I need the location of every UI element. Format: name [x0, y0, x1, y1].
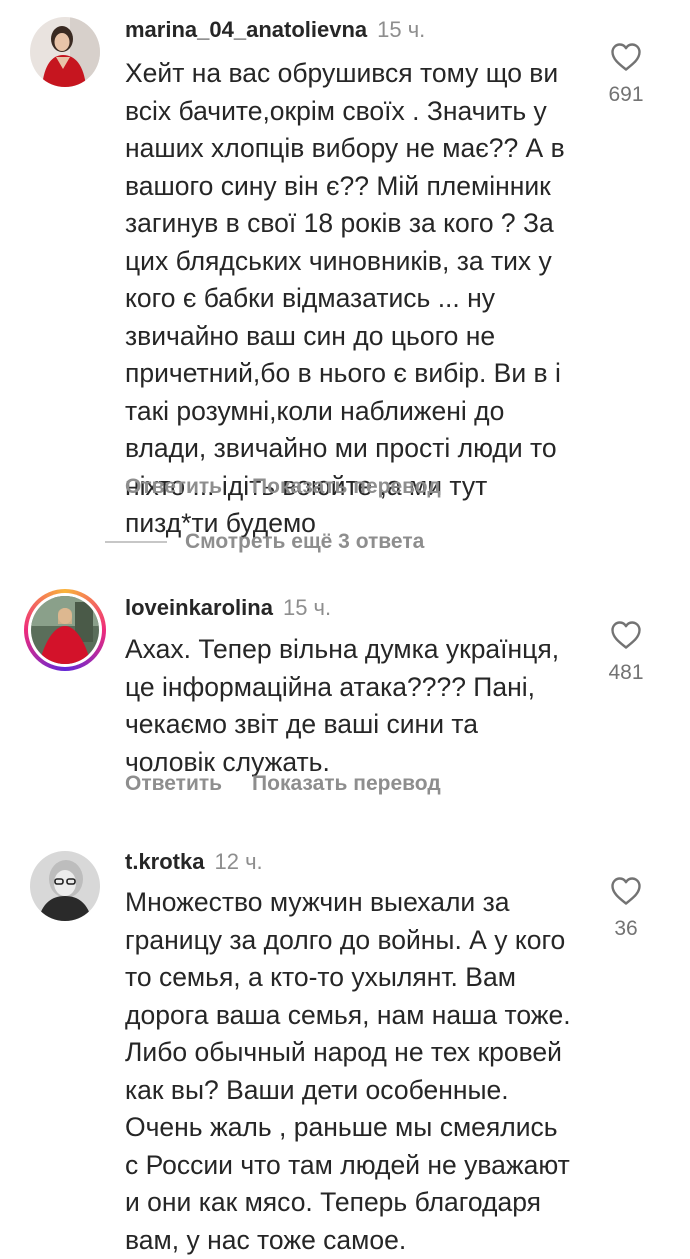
like-control: 481	[596, 620, 656, 686]
replies-divider	[105, 541, 167, 543]
comment-line: дорога ваша семья, нам наша тоже.	[125, 997, 600, 1035]
reply-button[interactable]: Ответить	[125, 772, 222, 795]
like-count: 691	[596, 82, 656, 108]
view-more-replies-label: Смотреть ещё 3 ответа	[185, 530, 424, 553]
view-more-replies-button[interactable]: Смотреть ещё 3 ответа	[105, 528, 424, 556]
comment-line: вам, у нас тоже самое.	[125, 1222, 600, 1259]
heart-outline-icon[interactable]	[596, 620, 656, 650]
comment-actions: Ответить Показать перевод	[125, 473, 441, 501]
comment-line: Множество мужчин выехали за	[125, 884, 600, 922]
avatar[interactable]	[30, 17, 100, 87]
comment-text: Множество мужчин выехали за границу за д…	[125, 884, 600, 1259]
avatar-image	[31, 596, 99, 664]
comment-line: и они как мясо. Теперь благодаря	[125, 1184, 600, 1222]
comment-header: loveinkarolina 15 ч.	[125, 594, 331, 622]
username[interactable]: marina_04_anatolievna	[125, 17, 367, 42]
comment-text: Хейт на вас обрушився тому що ви всіх ба…	[125, 55, 600, 543]
comment-line: такі розумні,коли наближені до	[125, 393, 600, 431]
comment-line: границу за долго до войны. А у кого	[125, 922, 600, 960]
comment-line: Хейт на вас обрушився тому що ви	[125, 55, 600, 93]
like-count: 481	[596, 660, 656, 686]
avatar-image	[30, 851, 100, 921]
timestamp: 15 ч.	[377, 17, 425, 42]
comment-line: всіх бачите,окрім своїх . Значить у	[125, 93, 600, 131]
avatar-story-ring[interactable]	[24, 589, 106, 671]
heart-outline-icon[interactable]	[596, 876, 656, 906]
comment-line: вашого сину він є?? Мій племінник	[125, 168, 600, 206]
reply-button[interactable]: Ответить	[125, 475, 222, 498]
timestamp: 15 ч.	[283, 595, 331, 620]
like-control: 691	[596, 42, 656, 108]
translate-button[interactable]: Показать перевод	[252, 475, 441, 498]
comment-line: кого є бабки відмазатись ... ну	[125, 280, 600, 318]
username[interactable]: loveinkarolina	[125, 595, 273, 620]
timestamp: 12 ч.	[214, 849, 262, 874]
comment-line: влади, звичайно ми прості люди то	[125, 430, 600, 468]
comment-line: загинув в свої 18 років за кого ? За	[125, 205, 600, 243]
comment-line: цих блядських чиновників, за тих у	[125, 243, 600, 281]
avatar-image	[30, 17, 100, 87]
translate-button[interactable]: Показать перевод	[252, 772, 441, 795]
comment-line: наших хлопців вибору не має?? А в	[125, 130, 600, 168]
comment-actions: Ответить Показать перевод	[125, 770, 441, 798]
comment-header: t.krotka 12 ч.	[125, 848, 263, 876]
comment-header: marina_04_anatolievna 15 ч.	[125, 16, 425, 44]
comment-line: то семья, а кто-то ухылянт. Вам	[125, 959, 600, 997]
comment-text: Ахах. Тепер вільна думка українця, це ін…	[125, 631, 600, 781]
comment-line: Либо обычный народ не тех кровей	[125, 1034, 600, 1072]
heart-outline-icon[interactable]	[596, 42, 656, 72]
comment-line: це інформаційна атака???? Пані,	[125, 669, 600, 707]
avatar[interactable]	[30, 851, 100, 921]
comment-line: как вы? Ваши дети особенные.	[125, 1072, 600, 1110]
comment-line: причетний,бо в нього є вибір. Ви в і	[125, 355, 600, 393]
username[interactable]: t.krotka	[125, 849, 204, 874]
comment-line: с России что там людей не уважают	[125, 1147, 600, 1185]
comment-line: Очень жаль , раньше мы смеялись	[125, 1109, 600, 1147]
like-control: 36	[596, 876, 656, 942]
comment-line: чекаємо звіт де ваші сини та	[125, 706, 600, 744]
comment-line: звичайно ваш син до цього не	[125, 318, 600, 356]
comment-line: Ахах. Тепер вільна думка українця,	[125, 631, 600, 669]
like-count: 36	[596, 916, 656, 942]
